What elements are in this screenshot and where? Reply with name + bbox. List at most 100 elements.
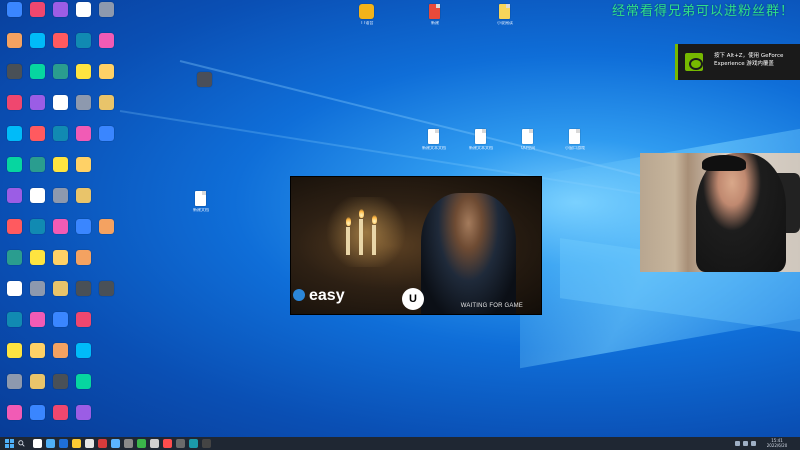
document-icon <box>429 4 440 19</box>
app-icon <box>53 95 68 110</box>
app-icon <box>53 250 68 265</box>
app-icon <box>30 374 45 389</box>
app-icon <box>99 95 114 110</box>
start-button[interactable] <box>5 439 14 448</box>
app-icon <box>76 312 91 327</box>
candle <box>346 227 350 255</box>
taskbar: 15:41 2022/6/20 <box>0 437 800 450</box>
app-icon <box>7 157 22 172</box>
notification-text: 按下 Alt+Z，使用 GeForce Experience 游戏内覆盖 <box>714 53 784 67</box>
desktop-icon[interactable] <box>92 217 122 247</box>
text-file-icon <box>569 129 580 144</box>
desktop-icon[interactable] <box>92 124 122 154</box>
app-icon <box>76 157 91 172</box>
flame <box>346 217 351 226</box>
app-icon <box>53 219 68 234</box>
app-icon <box>76 250 91 265</box>
app-icon <box>7 126 22 141</box>
app-icon <box>76 64 91 79</box>
app-icon <box>30 126 45 141</box>
app-icon <box>99 281 114 296</box>
desktop-icon[interactable] <box>69 310 99 340</box>
taskbar-app-icon[interactable] <box>163 439 172 448</box>
easy-anticheat-icon <box>293 289 305 301</box>
app-icon <box>30 33 45 48</box>
desktop-icon[interactable] <box>92 93 122 123</box>
game-character <box>421 193 516 314</box>
app-icon <box>30 250 45 265</box>
taskbar-app-icon[interactable] <box>72 439 81 448</box>
desktop-icon[interactable] <box>92 0 122 30</box>
desktop-icon[interactable] <box>92 279 122 309</box>
taskbar-app-icon[interactable] <box>98 439 107 448</box>
desktop-icon[interactable] <box>69 341 99 371</box>
desktop-icon-tt-voice[interactable]: TT语音 <box>352 2 382 32</box>
app-icon <box>30 95 45 110</box>
taskbar-app-icon[interactable] <box>137 439 146 448</box>
app-icon <box>30 188 45 203</box>
taskbar-app-icon[interactable] <box>176 439 185 448</box>
clock-date: 2022/6/20 <box>766 443 788 448</box>
desktop-icon-app[interactable] <box>190 70 220 100</box>
app-icon <box>99 219 114 234</box>
desktop-icon[interactable] <box>69 403 99 433</box>
text-file-icon <box>195 191 206 206</box>
flame <box>372 215 377 224</box>
desktop-icon[interactable] <box>92 31 122 61</box>
app-icon <box>76 95 91 110</box>
app-icon <box>76 374 91 389</box>
taskbar-app-icon[interactable] <box>150 439 159 448</box>
network-icon[interactable] <box>735 441 740 446</box>
app-icon <box>53 33 68 48</box>
app-icon <box>76 281 91 296</box>
app-icon <box>30 405 45 420</box>
desktop-icon[interactable] <box>69 155 99 185</box>
taskbar-app-icon[interactable] <box>46 439 55 448</box>
text-file-icon <box>428 129 439 144</box>
desktop-icon-file[interactable]: QQ空间 <box>513 127 543 157</box>
desktop-icon-file[interactable]: 新建文档 <box>186 189 216 219</box>
desktop-icon[interactable] <box>69 372 99 402</box>
text-file-icon <box>475 129 486 144</box>
desktop-icon[interactable] <box>92 62 122 92</box>
cap <box>702 155 746 171</box>
desktop-icon-new[interactable]: 新建 <box>420 2 450 32</box>
game-launcher-window[interactable]: easy U WAITING FOR GAME <box>291 177 541 314</box>
app-icon <box>76 126 91 141</box>
tt-voice-icon <box>359 4 374 19</box>
taskbar-app-icon[interactable] <box>59 439 68 448</box>
nvidia-icon <box>685 53 703 71</box>
app-icon <box>7 343 22 358</box>
app-icon <box>7 250 22 265</box>
desktop-icon-novel[interactable]: 小说阅读 <box>490 2 520 32</box>
app-icon <box>53 157 68 172</box>
geforce-notification[interactable]: 按下 Alt+Z，使用 GeForce Experience 游戏内覆盖 <box>675 44 800 80</box>
app-icon <box>30 219 45 234</box>
app-icon <box>30 64 45 79</box>
ime-icon[interactable] <box>751 441 756 446</box>
app-icon <box>53 343 68 358</box>
desktop-icon-file[interactable]: 新建文本文档 <box>466 127 496 157</box>
desktop-icon[interactable] <box>69 186 99 216</box>
clock[interactable]: 15:41 2022/6/20 <box>762 438 792 448</box>
volume-icon[interactable] <box>743 441 748 446</box>
taskbar-app-icon[interactable] <box>189 439 198 448</box>
webcam-overlay <box>640 153 800 272</box>
app-icon <box>7 374 22 389</box>
taskbar-app-icon[interactable] <box>85 439 94 448</box>
desktop-icon[interactable] <box>69 248 99 278</box>
candle <box>359 219 363 255</box>
taskbar-app-icon[interactable] <box>124 439 133 448</box>
app-icon <box>197 72 212 87</box>
desktop-icon-file[interactable]: 新建文本文档 <box>419 127 449 157</box>
desktop-icon-file[interactable]: 小窗口游戏 <box>560 127 590 157</box>
candle <box>372 225 376 255</box>
app-icon <box>76 405 91 420</box>
app-icon <box>53 2 68 17</box>
taskbar-app-icon[interactable] <box>33 439 42 448</box>
search-icon[interactable] <box>18 440 25 447</box>
app-icon <box>99 64 114 79</box>
app-icon <box>76 2 91 17</box>
taskbar-app-icon[interactable] <box>202 439 211 448</box>
taskbar-app-icon[interactable] <box>111 439 120 448</box>
